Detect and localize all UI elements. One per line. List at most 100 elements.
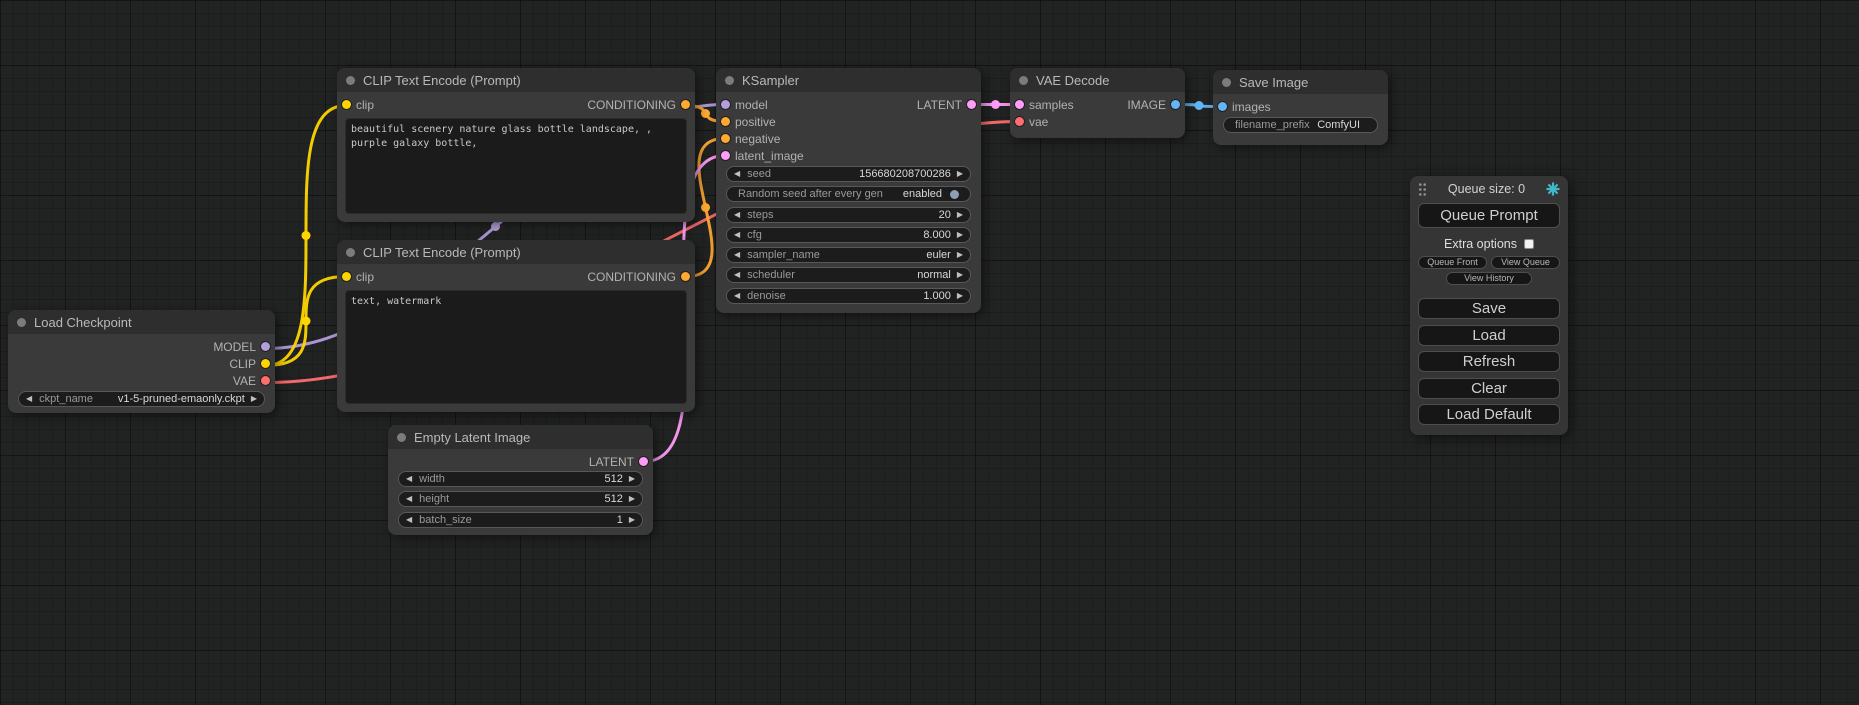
load-default-button[interactable]: Load Default	[1418, 404, 1560, 425]
output-slot-latent[interactable]	[967, 100, 976, 109]
arrow-left-icon[interactable]: ◀	[406, 475, 412, 483]
arrow-left-icon[interactable]: ◀	[26, 395, 32, 403]
node-title-bar[interactable]: Save Image	[1213, 70, 1388, 94]
node-collapse-dot-icon[interactable]	[346, 76, 355, 85]
sampler-name-widget[interactable]: ◀ sampler_name euler ▶	[726, 247, 971, 263]
node-collapse-dot-icon[interactable]	[397, 433, 406, 442]
node-title-bar[interactable]: CLIP Text Encode (Prompt)	[337, 240, 695, 264]
queue-prompt-button[interactable]: Queue Prompt	[1418, 203, 1560, 228]
arrow-left-icon[interactable]: ◀	[406, 516, 412, 524]
random-seed-toggle-widget[interactable]: Random seed after every gen enabled	[726, 186, 971, 202]
arrow-right-icon[interactable]: ▶	[629, 516, 635, 524]
wire-dot-latent-samples	[991, 100, 1000, 109]
node-title-bar[interactable]: VAE Decode	[1010, 68, 1185, 92]
save-button[interactable]: Save	[1418, 298, 1560, 319]
output-slot-model[interactable]	[261, 342, 270, 351]
node-graph-canvas[interactable]: Load Checkpoint MODEL CLIP VAE ◀ ckpt_na…	[0, 0, 1859, 705]
node-collapse-dot-icon[interactable]	[17, 318, 26, 327]
arrow-left-icon[interactable]: ◀	[406, 495, 412, 503]
input-slot-samples[interactable]	[1015, 100, 1024, 109]
node-collapse-dot-icon[interactable]	[725, 76, 734, 85]
widget-value: normal	[802, 269, 951, 281]
input-slot-model[interactable]	[721, 100, 730, 109]
output-row: LATENT	[388, 453, 653, 470]
view-queue-button[interactable]: View Queue	[1491, 256, 1560, 269]
settings-gear-icon[interactable]	[1546, 182, 1560, 196]
arrow-left-icon[interactable]: ◀	[734, 170, 740, 178]
node-title-bar[interactable]: Load Checkpoint	[8, 310, 275, 334]
batch-size-widget[interactable]: ◀ batch_size 1 ▶	[398, 512, 643, 528]
widget-label: steps	[747, 209, 773, 221]
input-slot-negative[interactable]	[721, 134, 730, 143]
node-collapse-dot-icon[interactable]	[346, 248, 355, 257]
output-slot-conditioning[interactable]	[681, 100, 690, 109]
filename-prefix-widget[interactable]: filename_prefix ComfyUI	[1223, 117, 1378, 133]
cfg-widget[interactable]: ◀ cfg 8.000 ▶	[726, 227, 971, 243]
output-slot-latent[interactable]	[639, 457, 648, 466]
drag-handle-icon[interactable]	[1418, 182, 1427, 197]
load-button[interactable]: Load	[1418, 325, 1560, 346]
arrow-left-icon[interactable]: ◀	[734, 271, 740, 279]
clear-button[interactable]: Clear	[1418, 378, 1560, 399]
node-title: Load Checkpoint	[34, 315, 132, 330]
input-slot-clip[interactable]	[342, 272, 351, 281]
toggle-dot-icon[interactable]	[950, 190, 959, 199]
width-widget[interactable]: ◀ width 512 ▶	[398, 471, 643, 487]
input-slot-latent-image[interactable]	[721, 151, 730, 160]
output-label-conditioning: CONDITIONING	[587, 98, 676, 112]
node-ksampler[interactable]: KSampler model LATENT positive negative	[716, 68, 981, 313]
arrow-right-icon[interactable]: ▶	[629, 495, 635, 503]
output-label-latent: LATENT	[589, 455, 634, 469]
input-slot-clip[interactable]	[342, 100, 351, 109]
arrow-left-icon[interactable]: ◀	[734, 231, 740, 239]
input-slot-vae[interactable]	[1015, 117, 1024, 126]
extra-options-checkbox[interactable]	[1524, 239, 1534, 249]
node-empty-latent-image[interactable]: Empty Latent Image LATENT ◀ width 512 ▶ …	[388, 425, 653, 535]
wire-dot-cond-positive	[701, 109, 710, 118]
arrow-right-icon[interactable]: ▶	[957, 292, 963, 300]
denoise-widget[interactable]: ◀ denoise 1.000 ▶	[726, 288, 971, 304]
output-slot-vae[interactable]	[261, 376, 270, 385]
node-load-checkpoint[interactable]: Load Checkpoint MODEL CLIP VAE ◀ ckpt_na…	[8, 310, 275, 413]
queue-front-button[interactable]: Queue Front	[1418, 256, 1487, 269]
negative-prompt-textarea[interactable]: text, watermark	[345, 290, 687, 404]
node-save-image[interactable]: Save Image images filename_prefix ComfyU…	[1213, 70, 1388, 145]
widget-value: 512	[456, 493, 623, 505]
height-widget[interactable]: ◀ height 512 ▶	[398, 491, 643, 507]
node-vae-decode[interactable]: VAE Decode samples IMAGE vae	[1010, 68, 1185, 138]
positive-prompt-textarea[interactable]: beautiful scenery nature glass bottle la…	[345, 118, 687, 214]
node-title-bar[interactable]: CLIP Text Encode (Prompt)	[337, 68, 695, 92]
arrow-right-icon[interactable]: ▶	[957, 251, 963, 259]
arrow-right-icon[interactable]: ▶	[957, 170, 963, 178]
ckpt-name-widget[interactable]: ◀ ckpt_name v1-5-pruned-emaonly.ckpt ▶	[18, 391, 265, 407]
scheduler-widget[interactable]: ◀ scheduler normal ▶	[726, 267, 971, 283]
queue-menu-panel[interactable]: Queue size: 0 Queue Prompt Extra options	[1410, 176, 1568, 435]
arrow-left-icon[interactable]: ◀	[734, 211, 740, 219]
arrow-right-icon[interactable]: ▶	[629, 475, 635, 483]
wire-dot-cond-negative	[701, 203, 710, 212]
arrow-right-icon[interactable]: ▶	[957, 231, 963, 239]
arrow-right-icon[interactable]: ▶	[251, 395, 257, 403]
node-title-bar[interactable]: KSampler	[716, 68, 981, 92]
arrow-right-icon[interactable]: ▶	[957, 271, 963, 279]
output-slot-clip[interactable]	[261, 359, 270, 368]
wire-dot-clip-positive	[302, 231, 311, 240]
output-slot-conditioning[interactable]	[681, 272, 690, 281]
input-slot-images[interactable]	[1218, 102, 1227, 111]
node-title-bar[interactable]: Empty Latent Image	[388, 425, 653, 449]
arrow-left-icon[interactable]: ◀	[734, 292, 740, 300]
arrow-left-icon[interactable]: ◀	[734, 251, 740, 259]
node-clip-text-encode-negative[interactable]: CLIP Text Encode (Prompt) clip CONDITION…	[337, 240, 695, 412]
widget-label: filename_prefix	[1235, 119, 1310, 131]
seed-widget[interactable]: ◀ seed 156680208700286 ▶	[726, 166, 971, 182]
slot-row: images	[1213, 98, 1388, 115]
view-history-button[interactable]: View History	[1446, 272, 1532, 285]
output-slot-image[interactable]	[1171, 100, 1180, 109]
node-collapse-dot-icon[interactable]	[1019, 76, 1028, 85]
node-collapse-dot-icon[interactable]	[1222, 78, 1231, 87]
input-slot-positive[interactable]	[721, 117, 730, 126]
arrow-right-icon[interactable]: ▶	[957, 211, 963, 219]
steps-widget[interactable]: ◀ steps 20 ▶	[726, 207, 971, 223]
refresh-button[interactable]: Refresh	[1418, 351, 1560, 372]
node-clip-text-encode-positive[interactable]: CLIP Text Encode (Prompt) clip CONDITION…	[337, 68, 695, 222]
